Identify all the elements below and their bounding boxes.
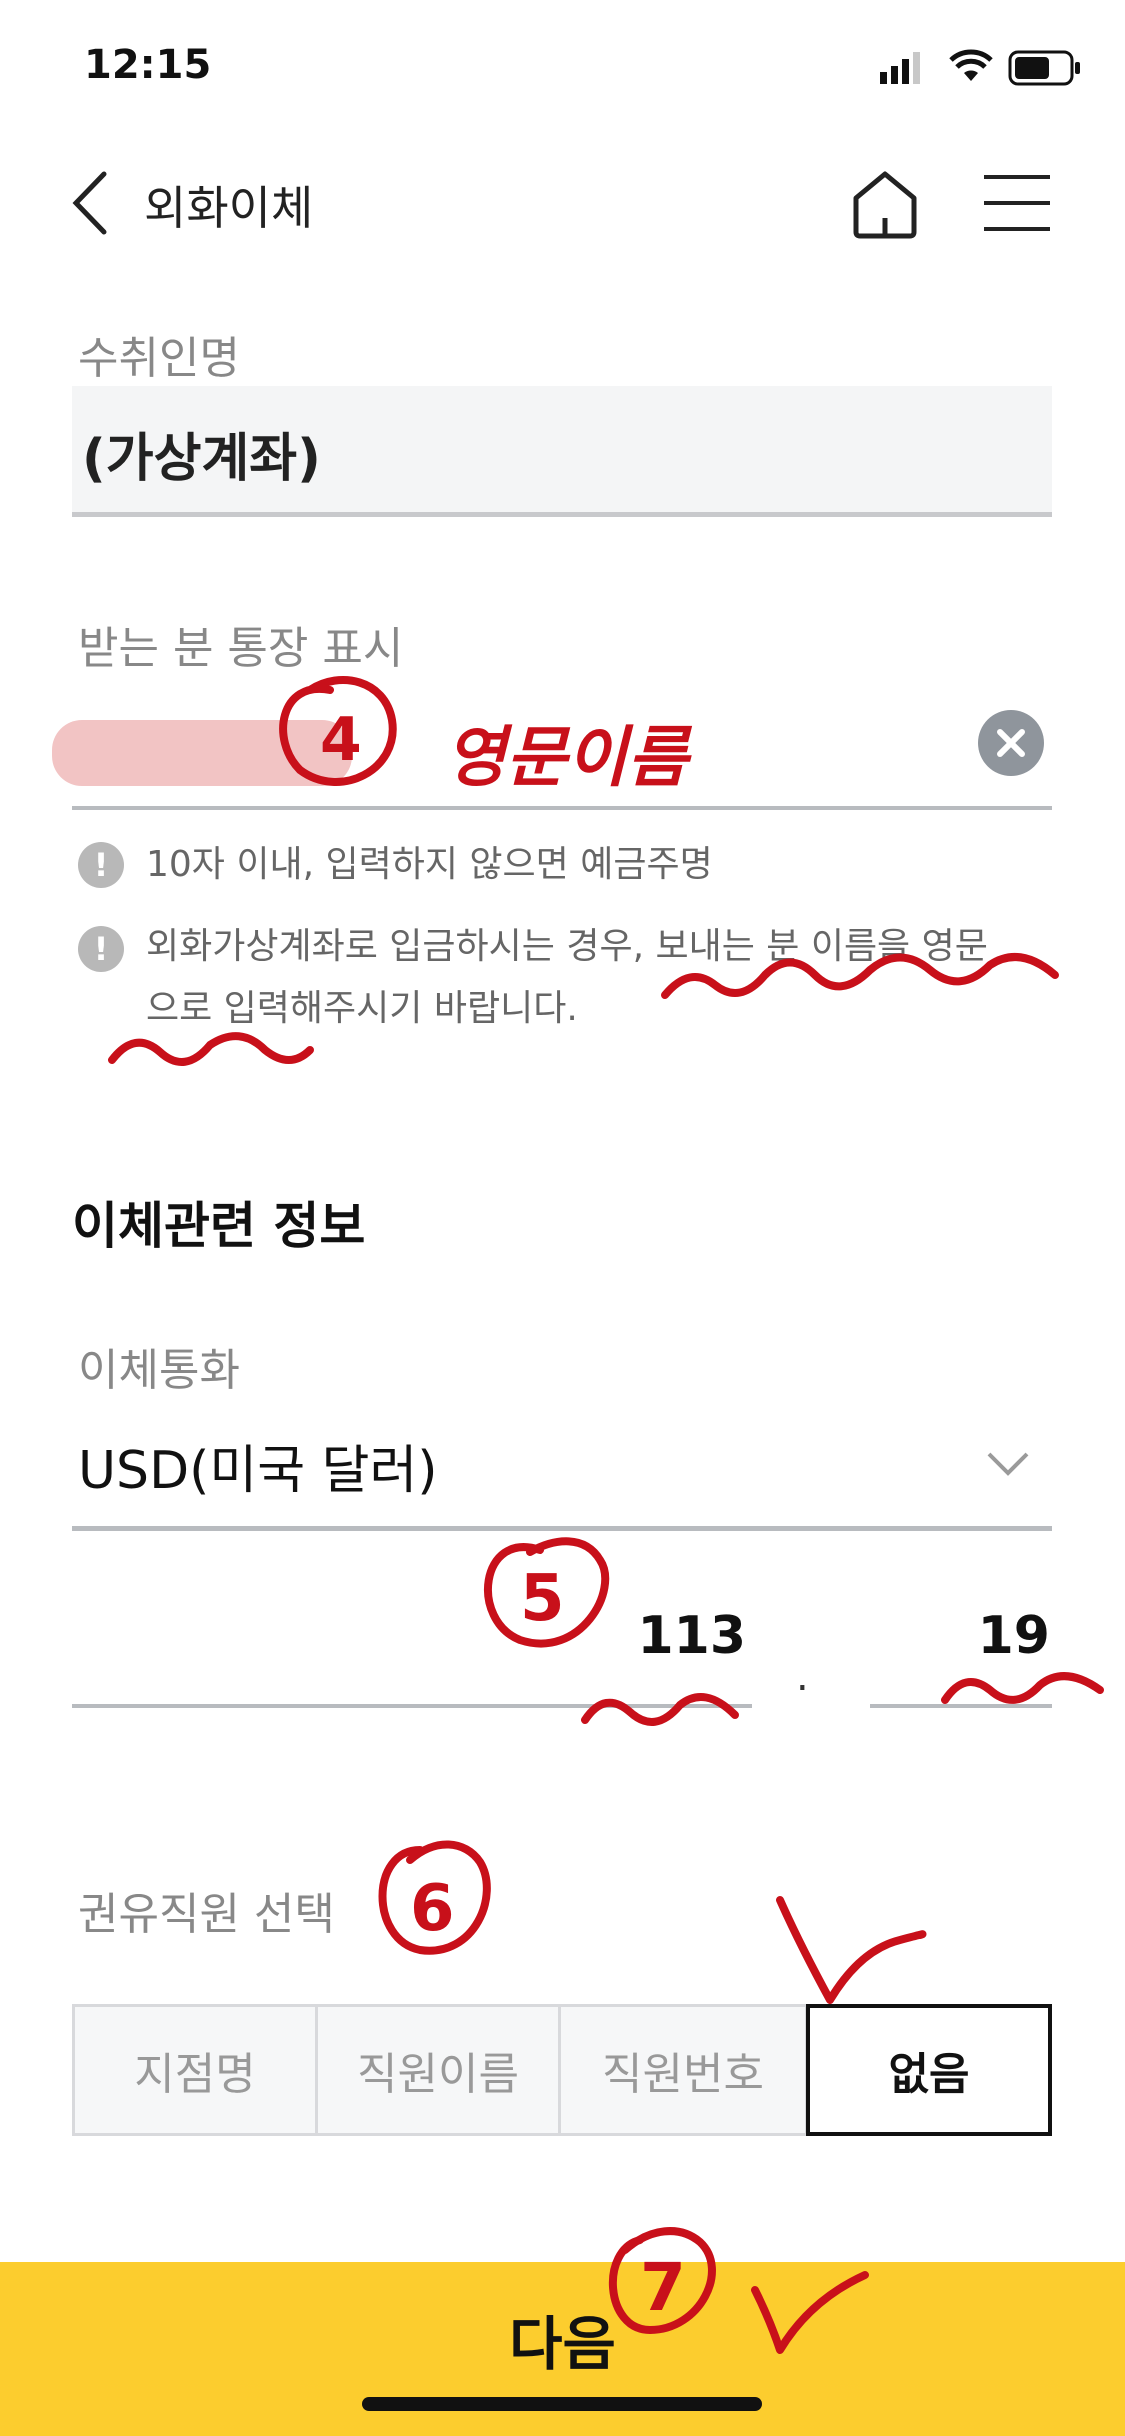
note-2-line1: 외화가상계좌로 입금하시는 경우, 보내는 분 이름을 영문	[146, 926, 988, 967]
clear-input-button[interactable]	[978, 710, 1044, 776]
select-underline	[72, 1526, 1052, 1531]
battery-icon	[1008, 50, 1080, 86]
decimal-point: .	[796, 1654, 809, 1700]
recipient-value: (가상계좌)	[82, 429, 321, 489]
wifi-icon	[949, 49, 993, 81]
staff-option-branch[interactable]: 지점명	[72, 2004, 318, 2136]
staff-option-none[interactable]: 없음	[806, 2004, 1052, 2136]
amount-decimal-value: 19	[977, 1606, 1050, 1666]
amount-decimal-underline	[870, 1704, 1052, 1708]
recipient-label: 수취인명	[78, 333, 240, 384]
display-name-label: 받는 분 통장 표시	[78, 623, 404, 674]
currency-select[interactable]: USD(미국 달러)	[72, 1408, 1052, 1532]
staff-label: 권유직원 선택	[78, 1889, 335, 1940]
currency-value: USD(미국 달러)	[78, 1441, 438, 1501]
info-icon: !	[78, 842, 124, 888]
menu-icon[interactable]	[982, 172, 1052, 234]
home-indicator	[362, 2397, 762, 2411]
recipient-field: (가상계좌)	[72, 386, 1052, 517]
amount-decimal-input[interactable]: 19	[870, 1590, 1052, 1710]
redacted-name-mask	[52, 720, 352, 786]
amount-integer-input[interactable]: 113	[72, 1590, 752, 1710]
input-underline	[72, 806, 1052, 810]
chevron-down-icon	[987, 1452, 1029, 1476]
amount-integer-value: 113	[637, 1606, 746, 1666]
home-icon[interactable]	[850, 168, 920, 240]
cellular-signal-icon	[880, 52, 920, 84]
page-title: 외화이체	[144, 181, 314, 235]
staff-option-name[interactable]: 직원이름	[315, 2004, 561, 2136]
back-chevron-icon[interactable]	[66, 168, 112, 238]
close-icon	[997, 729, 1025, 757]
annotation-number-6: 6	[410, 1872, 455, 1946]
status-time: 12:15	[84, 42, 212, 88]
annotation-circle-6	[378, 1840, 491, 1955]
currency-label: 이체통화	[78, 1345, 240, 1396]
staff-option-number[interactable]: 직원번호	[558, 2004, 808, 2136]
amount-underline	[72, 1704, 752, 1708]
section-title: 이체관련 정보	[72, 1197, 366, 1255]
info-icon: !	[78, 926, 124, 972]
display-name-input[interactable]	[52, 680, 1052, 810]
note-2-line2: 으로 입력해주시기 바랍니다.	[146, 988, 578, 1029]
annotation-check-1	[776, 1896, 927, 2004]
note-1: 10자 이내, 입력하지 않으면 예금주명	[146, 844, 713, 885]
